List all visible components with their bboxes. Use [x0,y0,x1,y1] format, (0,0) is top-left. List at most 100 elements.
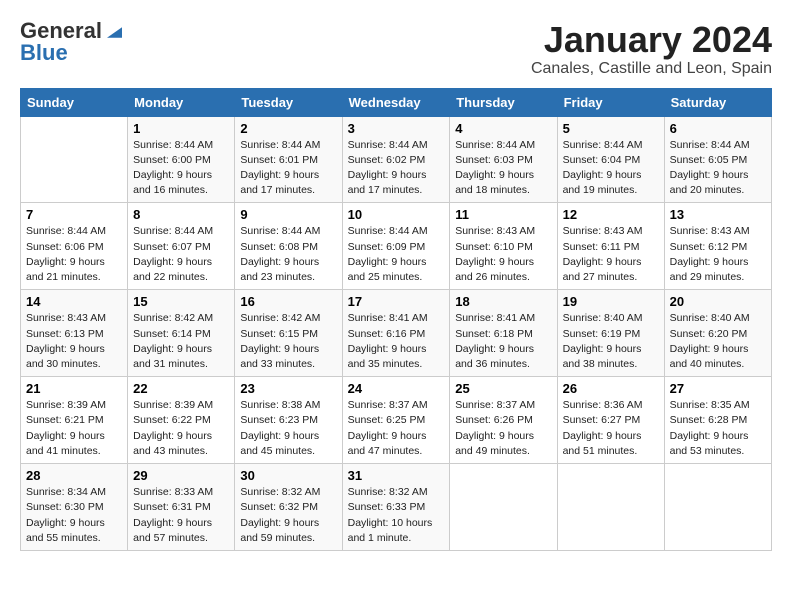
day-info: Sunrise: 8:44 AMSunset: 6:04 PMDaylight:… [563,138,659,199]
day-number: 3 [348,121,445,136]
calendar-cell: 12Sunrise: 8:43 AMSunset: 6:11 PMDayligh… [557,203,664,290]
calendar-cell: 6 Sunrise: 8:44 AMSunset: 6:05 PMDaylight… [664,116,771,203]
calendar-cell: 20 Sunrise: 8:40 AMSunset: 6:20 PMDayligh… [664,290,771,377]
day-number: 30 [240,468,336,483]
header-day-friday: Friday [557,88,664,116]
calendar-cell: 8 Sunrise: 8:44 AMSunset: 6:07 PMDaylight… [128,203,235,290]
day-info: Sunrise: 8:44 AMSunset: 6:01 PMDaylight:… [240,138,336,199]
calendar-cell: 18 Sunrise: 8:41 AMSunset: 6:18 PMDayligh… [450,290,557,377]
calendar-cell: 29Sunrise: 8:33 AMSunset: 6:31 PMDayligh… [128,464,235,551]
day-number: 28 [26,468,122,483]
calendar-cell [664,464,771,551]
day-info: Sunrise: 8:43 AMSunset: 6:10 PMDaylight:… [455,224,551,285]
header-day-sunday: Sunday [21,88,128,116]
calendar-cell: 4Sunrise: 8:44 AMSunset: 6:03 PMDaylight… [450,116,557,203]
day-info: Sunrise: 8:44 AMSunset: 6:02 PMDaylight:… [348,138,445,199]
day-number: 10 [348,207,445,222]
calendar-cell: 13Sunrise: 8:43 AMSunset: 6:12 PMDayligh… [664,203,771,290]
day-info: Sunrise: 8:36 AMSunset: 6:27 PMDaylight:… [563,398,659,459]
day-number: 7 [26,207,122,222]
day-number: 15 [133,294,229,309]
logo-general-text: General [20,20,102,42]
calendar-cell: 30 Sunrise: 8:32 AMSunset: 6:32 PMDayligh… [235,464,342,551]
calendar-week-row: 7 Sunrise: 8:44 AMSunset: 6:06 PMDaylight… [21,203,772,290]
calendar-cell: 22 Sunrise: 8:39 AMSunset: 6:22 PMDayligh… [128,377,235,464]
calendar-week-row: 14Sunrise: 8:43 AMSunset: 6:13 PMDayligh… [21,290,772,377]
header: General Blue January 2024 Canales, Casti… [20,20,772,78]
day-number: 20 [670,294,766,309]
day-number: 24 [348,381,445,396]
calendar-cell: 2 Sunrise: 8:44 AMSunset: 6:01 PMDaylight… [235,116,342,203]
day-info: Sunrise: 8:37 AMSunset: 6:26 PMDaylight:… [455,398,551,459]
header-day-tuesday: Tuesday [235,88,342,116]
calendar-cell: 25 Sunrise: 8:37 AMSunset: 6:26 PMDayligh… [450,377,557,464]
day-number: 1 [133,121,229,136]
day-number: 5 [563,121,659,136]
day-info: Sunrise: 8:44 AMSunset: 6:09 PMDaylight:… [348,224,445,285]
day-info: Sunrise: 8:44 AMSunset: 6:03 PMDaylight:… [455,138,551,199]
day-info: Sunrise: 8:38 AMSunset: 6:23 PMDaylight:… [240,398,336,459]
day-info: Sunrise: 8:32 AMSunset: 6:33 PMDaylight:… [348,485,445,546]
day-info: Sunrise: 8:40 AMSunset: 6:20 PMDaylight:… [670,311,766,372]
day-number: 6 [670,121,766,136]
calendar-cell: 27 Sunrise: 8:35 AMSunset: 6:28 PMDayligh… [664,377,771,464]
day-number: 26 [563,381,659,396]
day-info: Sunrise: 8:34 AMSunset: 6:30 PMDaylight:… [26,485,122,546]
calendar-week-row: 1 Sunrise: 8:44 AMSunset: 6:00 PMDaylight… [21,116,772,203]
calendar-header-row: SundayMondayTuesdayWednesdayThursdayFrid… [21,88,772,116]
month-title: January 2024 [531,20,772,60]
day-number: 25 [455,381,551,396]
day-info: Sunrise: 8:41 AMSunset: 6:18 PMDaylight:… [455,311,551,372]
logo: General Blue [20,20,122,64]
day-info: Sunrise: 8:44 AMSunset: 6:00 PMDaylight:… [133,138,229,199]
header-day-thursday: Thursday [450,88,557,116]
calendar-cell: 10 Sunrise: 8:44 AMSunset: 6:09 PMDayligh… [342,203,450,290]
calendar-cell: 16 Sunrise: 8:42 AMSunset: 6:15 PMDayligh… [235,290,342,377]
header-day-monday: Monday [128,88,235,116]
calendar-week-row: 28 Sunrise: 8:34 AMSunset: 6:30 PMDayligh… [21,464,772,551]
day-info: Sunrise: 8:43 AMSunset: 6:12 PMDaylight:… [670,224,766,285]
logo-blue-text: Blue [20,42,68,64]
calendar-cell: 5 Sunrise: 8:44 AMSunset: 6:04 PMDaylight… [557,116,664,203]
day-info: Sunrise: 8:41 AMSunset: 6:16 PMDaylight:… [348,311,445,372]
calendar-cell: 24 Sunrise: 8:37 AMSunset: 6:25 PMDayligh… [342,377,450,464]
day-info: Sunrise: 8:32 AMSunset: 6:32 PMDaylight:… [240,485,336,546]
day-info: Sunrise: 8:44 AMSunset: 6:05 PMDaylight:… [670,138,766,199]
calendar-cell: 28 Sunrise: 8:34 AMSunset: 6:30 PMDayligh… [21,464,128,551]
calendar-cell: 3 Sunrise: 8:44 AMSunset: 6:02 PMDaylight… [342,116,450,203]
day-number: 18 [455,294,551,309]
header-day-saturday: Saturday [664,88,771,116]
day-number: 19 [563,294,659,309]
day-number: 16 [240,294,336,309]
calendar-cell [21,116,128,203]
day-number: 11 [455,207,551,222]
calendar-cell: 17 Sunrise: 8:41 AMSunset: 6:16 PMDayligh… [342,290,450,377]
day-info: Sunrise: 8:44 AMSunset: 6:06 PMDaylight:… [26,224,122,285]
title-area: January 2024 Canales, Castille and Leon,… [531,20,772,78]
day-number: 9 [240,207,336,222]
calendar-week-row: 21Sunrise: 8:39 AMSunset: 6:21 PMDayligh… [21,377,772,464]
day-info: Sunrise: 8:35 AMSunset: 6:28 PMDaylight:… [670,398,766,459]
calendar-cell: 23 Sunrise: 8:38 AMSunset: 6:23 PMDayligh… [235,377,342,464]
calendar-cell [450,464,557,551]
calendar-cell: 14Sunrise: 8:43 AMSunset: 6:13 PMDayligh… [21,290,128,377]
calendar-cell [557,464,664,551]
day-number: 17 [348,294,445,309]
day-number: 2 [240,121,336,136]
day-number: 22 [133,381,229,396]
day-number: 12 [563,207,659,222]
day-number: 23 [240,381,336,396]
day-number: 14 [26,294,122,309]
calendar-cell: 9Sunrise: 8:44 AMSunset: 6:08 PMDaylight… [235,203,342,290]
calendar-cell: 19Sunrise: 8:40 AMSunset: 6:19 PMDayligh… [557,290,664,377]
day-number: 8 [133,207,229,222]
day-number: 27 [670,381,766,396]
header-day-wednesday: Wednesday [342,88,450,116]
calendar-cell: 21Sunrise: 8:39 AMSunset: 6:21 PMDayligh… [21,377,128,464]
day-info: Sunrise: 8:37 AMSunset: 6:25 PMDaylight:… [348,398,445,459]
calendar-cell: 1 Sunrise: 8:44 AMSunset: 6:00 PMDaylight… [128,116,235,203]
day-info: Sunrise: 8:39 AMSunset: 6:22 PMDaylight:… [133,398,229,459]
day-info: Sunrise: 8:42 AMSunset: 6:15 PMDaylight:… [240,311,336,372]
location-subtitle: Canales, Castille and Leon, Spain [531,60,772,78]
day-info: Sunrise: 8:44 AMSunset: 6:07 PMDaylight:… [133,224,229,285]
